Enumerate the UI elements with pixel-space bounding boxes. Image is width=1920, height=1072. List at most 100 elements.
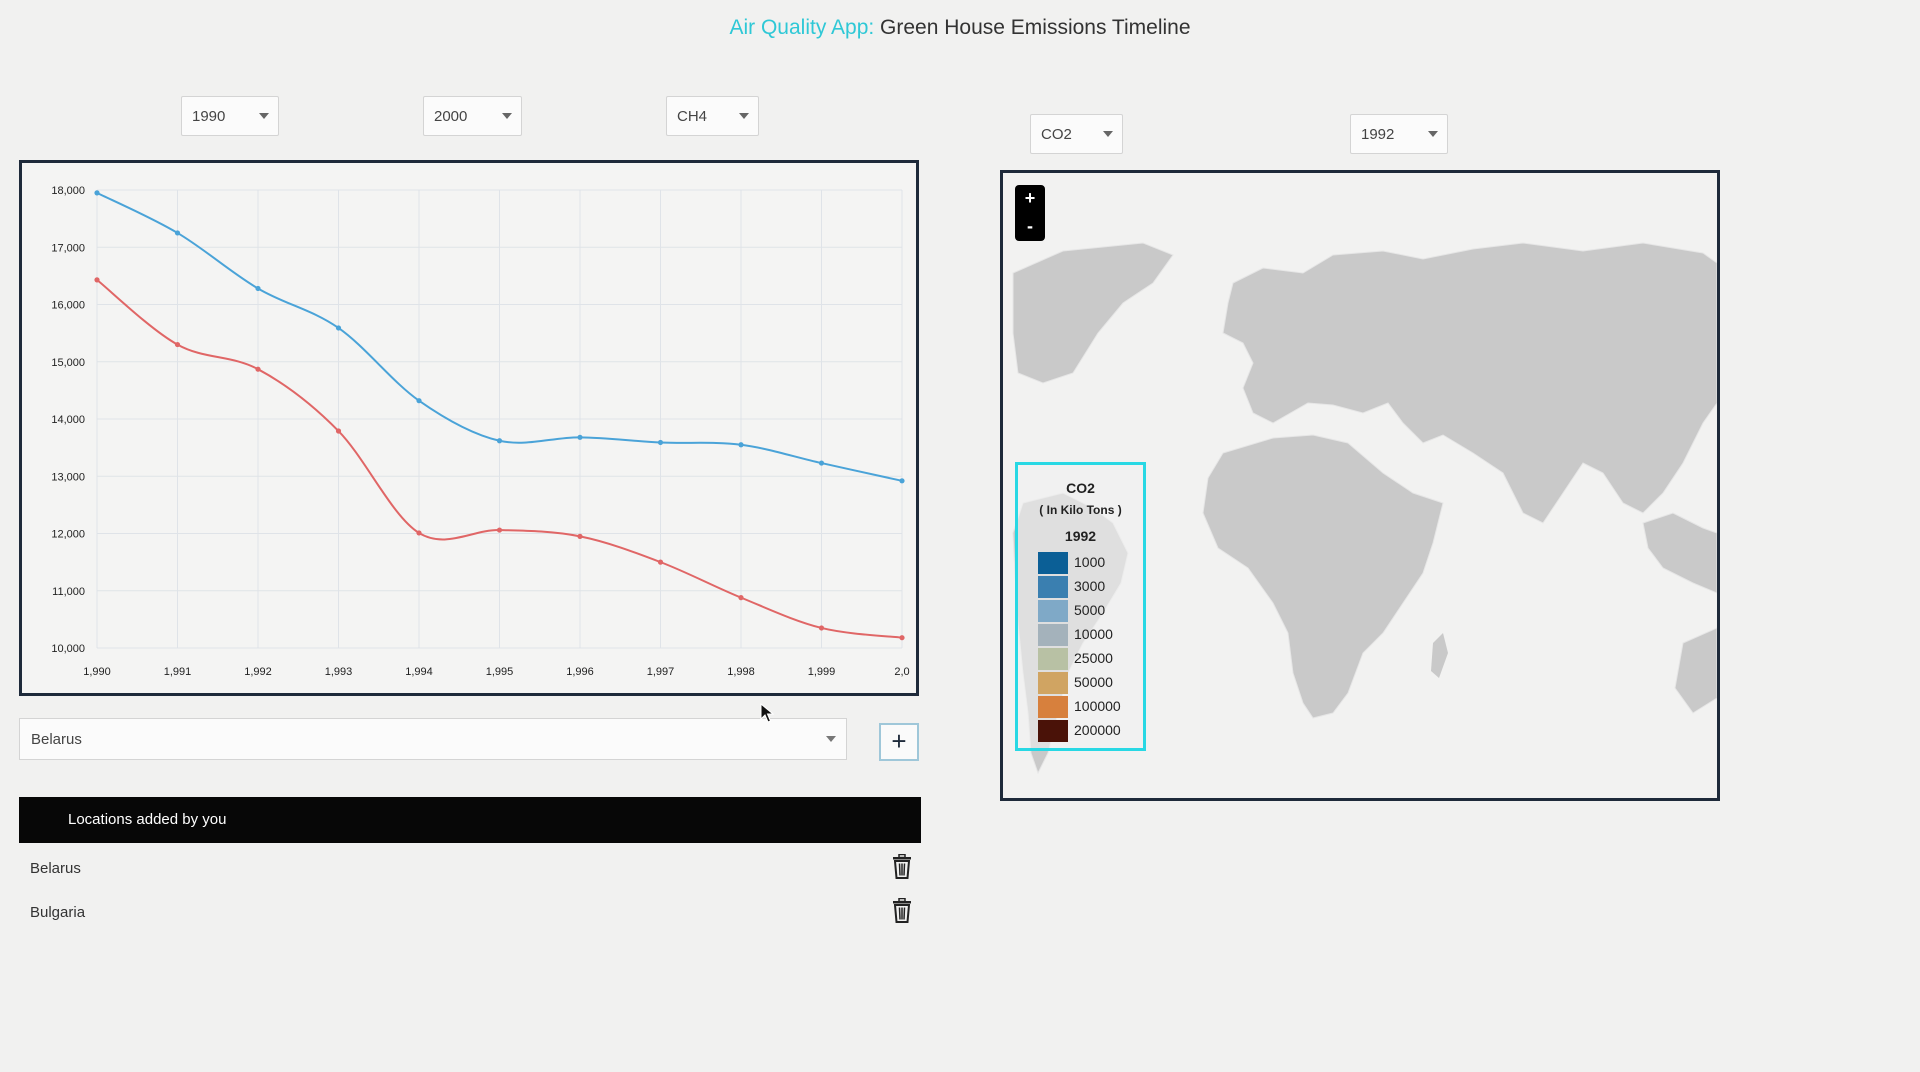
location-name: Belarus bbox=[30, 860, 81, 877]
data-point bbox=[657, 559, 664, 565]
data-point bbox=[255, 285, 261, 292]
map-region-africa bbox=[1202, 434, 1444, 719]
legend-label: 25000 bbox=[1074, 650, 1113, 666]
x-tick-label: 1,999 bbox=[808, 666, 836, 678]
chevron-down-icon bbox=[502, 113, 512, 119]
emissions-line-chart: 10,000 11,000 12,000 13,000 14,000 15,000 16,0… bbox=[19, 160, 919, 696]
data-point bbox=[174, 230, 181, 236]
location-select-value: Belarus bbox=[31, 731, 82, 748]
x-tick-label: 1,992 bbox=[244, 666, 272, 678]
y-tick-label: 10,000 bbox=[51, 643, 85, 655]
data-point bbox=[899, 635, 905, 641]
data-point bbox=[416, 530, 422, 536]
x-tick-label: 2,0 bbox=[894, 666, 909, 678]
data-point bbox=[496, 527, 503, 533]
locations-header: Locations added by you bbox=[19, 797, 921, 843]
data-point bbox=[738, 442, 744, 448]
legend-swatch bbox=[1038, 624, 1068, 646]
data-point bbox=[94, 277, 100, 283]
map-region-southeast-asia bbox=[1642, 512, 1717, 594]
data-point bbox=[657, 439, 664, 446]
location-row: Belarus bbox=[19, 850, 921, 890]
data-point bbox=[577, 434, 583, 440]
data-point bbox=[94, 190, 100, 196]
legend-unit: ( In Kilo Tons ) bbox=[1039, 503, 1122, 517]
legend-swatch bbox=[1038, 672, 1068, 694]
app-brand: Air Quality App: bbox=[729, 16, 875, 39]
data-point bbox=[818, 460, 825, 466]
data-point bbox=[577, 533, 583, 539]
y-tick-label: 17,000 bbox=[51, 242, 85, 254]
map-gas-value: CO2 bbox=[1041, 126, 1072, 143]
data-point bbox=[416, 398, 422, 404]
legend-label: 5000 bbox=[1074, 602, 1106, 618]
y-tick-label: 18,000 bbox=[51, 185, 85, 197]
map-region-greenland bbox=[1012, 242, 1174, 384]
x-tick-label: 1,998 bbox=[727, 666, 755, 678]
map-zoom-control: + - bbox=[1015, 185, 1045, 241]
line-chart-svg: 10,000 11,000 12,000 13,000 14,000 15,000 16,0… bbox=[51, 185, 909, 678]
chevron-down-icon bbox=[259, 113, 269, 119]
map-gas-select[interactable]: CO2 bbox=[1030, 114, 1123, 154]
legend-swatch bbox=[1038, 576, 1068, 598]
x-tick-label: 1,990 bbox=[83, 666, 111, 678]
location-select[interactable]: Belarus bbox=[19, 718, 847, 760]
map-year-select[interactable]: 1992 bbox=[1350, 114, 1448, 154]
x-tick-label: 1,994 bbox=[405, 666, 433, 678]
y-tick-label: 13,000 bbox=[51, 471, 85, 483]
y-tick-label: 12,000 bbox=[51, 529, 85, 541]
data-point bbox=[818, 625, 825, 631]
location-row: Bulgaria bbox=[19, 894, 921, 934]
y-tick-label: 16,000 bbox=[51, 300, 85, 312]
legend-swatch bbox=[1038, 720, 1068, 742]
chevron-down-icon bbox=[826, 736, 836, 742]
y-tick-label: 14,000 bbox=[51, 414, 85, 426]
end-year-select[interactable]: 2000 bbox=[423, 96, 522, 136]
data-point bbox=[496, 438, 503, 444]
page-title: Air Quality App: Green House Emissions T… bbox=[0, 16, 1920, 40]
legend-label: 200000 bbox=[1074, 722, 1121, 738]
chevron-down-icon bbox=[1428, 131, 1438, 137]
legend-swatch bbox=[1038, 696, 1068, 718]
legend-year: 1992 bbox=[1064, 528, 1097, 544]
data-point bbox=[335, 428, 342, 434]
map-legend: CO2 ( In Kilo Tons ) 1992 1000 3000 5000 10… bbox=[1015, 462, 1146, 751]
x-tick-label: 1,993 bbox=[325, 666, 353, 678]
location-name: Bulgaria bbox=[30, 904, 86, 921]
chevron-down-icon bbox=[1103, 131, 1113, 137]
data-point bbox=[174, 341, 181, 348]
legend-label: 10000 bbox=[1074, 626, 1113, 642]
map-region-australia bbox=[1674, 627, 1717, 714]
x-tick-label: 1,991 bbox=[164, 666, 192, 678]
legend-label: 50000 bbox=[1074, 674, 1113, 690]
y-tick-label: 15,000 bbox=[51, 357, 85, 369]
x-tick-label: 1,995 bbox=[486, 666, 514, 678]
zoom-in-button[interactable]: + bbox=[1015, 185, 1045, 213]
legend-title: CO2 bbox=[1066, 480, 1095, 496]
legend-label: 3000 bbox=[1074, 578, 1106, 594]
data-point bbox=[335, 325, 342, 331]
start-year-select[interactable]: 1990 bbox=[181, 96, 279, 136]
app-title: Green House Emissions Timeline bbox=[880, 16, 1191, 39]
gas-select[interactable]: CH4 bbox=[666, 96, 759, 136]
world-map[interactable]: + - CO2 ( In Kilo Tons ) 1992 1000 3000 50… bbox=[1000, 170, 1720, 801]
chevron-down-icon bbox=[739, 113, 749, 119]
trash-icon[interactable] bbox=[891, 898, 913, 924]
start-year-value: 1990 bbox=[192, 108, 226, 125]
add-location-button[interactable]: + bbox=[879, 723, 919, 761]
x-tick-label: 1,996 bbox=[566, 666, 594, 678]
legend-label: 100000 bbox=[1074, 698, 1121, 714]
map-region-madagascar bbox=[1431, 633, 1448, 678]
legend-swatch bbox=[1038, 552, 1068, 574]
data-point bbox=[255, 366, 261, 372]
map-year-value: 1992 bbox=[1361, 126, 1395, 143]
legend-label: 1000 bbox=[1074, 554, 1106, 570]
zoom-out-button[interactable]: - bbox=[1015, 213, 1045, 241]
end-year-value: 2000 bbox=[434, 108, 468, 125]
legend-swatch bbox=[1038, 600, 1068, 622]
gas-value: CH4 bbox=[677, 108, 708, 125]
data-point bbox=[738, 595, 744, 601]
trash-icon[interactable] bbox=[891, 854, 913, 880]
data-point bbox=[899, 478, 905, 484]
x-tick-label: 1,997 bbox=[647, 666, 675, 678]
